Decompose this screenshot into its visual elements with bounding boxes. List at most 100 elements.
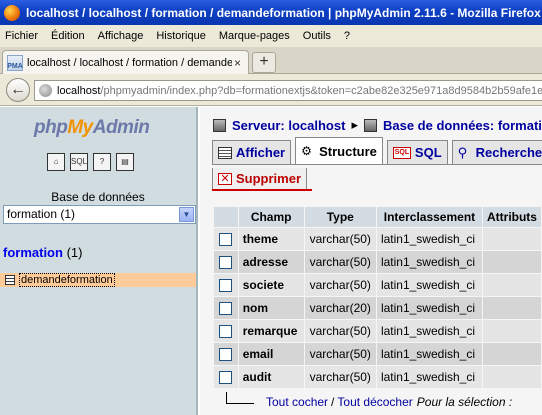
field-name: remarque — [238, 320, 304, 342]
table-row[interactable]: societe varchar(50) latin1_swedish_ci — [214, 274, 541, 296]
field-collation: latin1_swedish_ci — [376, 366, 482, 388]
phpmyadmin-logo[interactable]: phpMyAdmin — [34, 117, 150, 139]
field-attributes — [482, 251, 541, 273]
browser-tab[interactable]: PMA localhost / localhost / formation / … — [2, 50, 249, 74]
row-checkbox[interactable] — [219, 279, 233, 293]
drop-table-button[interactable]: ✕ Supprimer — [212, 168, 308, 190]
firefox-logo-icon — [4, 4, 20, 21]
menu-fichier[interactable]: Fichier — [5, 30, 38, 42]
field-collation: latin1_swedish_ci — [376, 251, 482, 273]
table-row[interactable]: remarque varchar(50) latin1_swedish_ci — [214, 320, 541, 342]
menu-edition[interactable]: Édition — [51, 30, 85, 42]
server-icon — [213, 118, 226, 132]
breadcrumb-database[interactable]: Base de données: formation — [383, 118, 542, 133]
sidebar-table-item[interactable]: demandeformation — [0, 273, 196, 287]
tab-rechercher-label: Rechercher — [475, 145, 542, 160]
row-checkbox-cell — [214, 343, 238, 365]
row-checkbox[interactable] — [219, 233, 233, 247]
tab-sql-label: SQL — [414, 145, 442, 160]
window-title: localhost / localhost / formation / dema… — [26, 5, 541, 20]
field-type: varchar(50) — [304, 228, 376, 250]
sidebar-table-name[interactable]: demandeformation — [19, 273, 115, 287]
row-checkbox-cell — [214, 251, 238, 273]
home-icon[interactable]: ⌂ — [47, 153, 65, 171]
browse-icon — [218, 146, 232, 159]
table-row[interactable]: adresse varchar(50) latin1_swedish_ci — [214, 251, 541, 273]
check-all-link[interactable]: Tout cocher — [266, 395, 328, 409]
header-type: Type — [304, 207, 376, 227]
field-collation: latin1_swedish_ci — [376, 320, 482, 342]
breadcrumb-server[interactable]: Serveur: localhost — [232, 118, 345, 133]
row-checkbox-cell — [214, 274, 238, 296]
structure-table: Champ Type Interclassement Attributs the… — [213, 206, 542, 389]
uncheck-all-link[interactable]: Tout décocher — [337, 395, 412, 409]
chevron-down-icon[interactable]: ▼ — [179, 207, 194, 222]
menu-marque-pages[interactable]: Marque-pages — [219, 30, 290, 42]
field-name: theme — [238, 228, 304, 250]
drop-table-label: Supprimer — [236, 171, 302, 186]
database-icon — [363, 118, 377, 132]
globe-icon — [39, 84, 52, 97]
drop-tab-underline — [212, 189, 312, 191]
browser-tab-label: localhost / localhost / formation / dema… — [27, 56, 232, 69]
tab-close-icon[interactable]: × — [234, 56, 241, 70]
main-content-frame: Serveur: localhost ▸ Base de données: fo… — [200, 107, 542, 415]
back-button[interactable]: ← — [6, 78, 30, 102]
header-checkbox-col — [214, 207, 238, 227]
url-bar[interactable]: localhost/phpmyadmin/index.php?db=format… — [34, 80, 542, 101]
field-attributes — [482, 366, 541, 388]
logo-admin: Admin — [92, 117, 150, 138]
field-collation: latin1_swedish_ci — [376, 228, 482, 250]
left-navigation-frame: phpMyAdmin ⌂ SQL ? ▤ Base de données for… — [0, 107, 198, 415]
url-text[interactable]: localhost/phpmyadmin/index.php?db=format… — [57, 85, 542, 97]
header-attributs: Attributs — [482, 207, 541, 227]
table-icon[interactable] — [5, 275, 15, 285]
row-checkbox[interactable] — [219, 325, 233, 339]
table-row[interactable]: audit varchar(50) latin1_swedish_ci — [214, 366, 541, 388]
table-row[interactable]: nom varchar(20) latin1_swedish_ci — [214, 297, 541, 319]
window-titlebar: localhost / localhost / formation / dema… — [0, 0, 542, 25]
logo-my: My — [67, 117, 93, 138]
row-checkbox[interactable] — [219, 371, 233, 385]
tab-rechercher[interactable]: ⚲ Rechercher — [451, 140, 542, 164]
field-type: varchar(20) — [304, 297, 376, 319]
row-checkbox[interactable] — [219, 302, 233, 316]
database-heading: formation (1) — [3, 245, 82, 260]
help-icon[interactable]: ? — [93, 153, 111, 171]
tab-afficher[interactable]: Afficher — [212, 140, 292, 164]
field-attributes — [482, 297, 541, 319]
field-type: varchar(50) — [304, 343, 376, 365]
tab-structure[interactable]: ⚙ Structure — [295, 137, 383, 164]
menu-historique[interactable]: Historique — [156, 30, 206, 42]
table-tabs: Afficher ⚙ Structure SQL SQL ⚲ Recherche… — [212, 137, 542, 164]
row-checkbox-cell — [214, 297, 238, 319]
tab-afficher-label: Afficher — [236, 145, 286, 160]
database-table-count: (1) — [66, 245, 83, 260]
table-row[interactable]: theme varchar(50) latin1_swedish_ci — [214, 228, 541, 250]
menu-help[interactable]: ? — [344, 30, 350, 42]
menu-affichage[interactable]: Affichage — [98, 30, 144, 42]
field-collation: latin1_swedish_ci — [376, 343, 482, 365]
field-name: societe — [238, 274, 304, 296]
delete-icon: ✕ — [218, 172, 232, 185]
sql-query-icon[interactable]: SQL — [70, 153, 88, 171]
selection-label: Pour la sélection : — [416, 395, 513, 409]
selection-arrow-icon — [226, 392, 254, 404]
row-checkbox[interactable] — [219, 348, 233, 362]
field-collation: latin1_swedish_ci — [376, 297, 482, 319]
documentation-icon[interactable]: ▤ — [116, 153, 134, 171]
field-type: varchar(50) — [304, 320, 376, 342]
row-checkbox[interactable] — [219, 256, 233, 270]
url-path: /phpmyadmin/index.php?db=formationextjs&… — [100, 84, 542, 97]
menu-outils[interactable]: Outils — [303, 30, 331, 42]
table-row[interactable]: email varchar(50) latin1_swedish_ci — [214, 343, 541, 365]
tab-sql[interactable]: SQL SQL — [386, 140, 448, 164]
new-tab-button[interactable]: + — [252, 52, 276, 73]
structure-icon: ⚙ — [301, 144, 312, 158]
field-attributes — [482, 228, 541, 250]
breadcrumb-separator: ▸ — [351, 117, 358, 132]
header-interclassement: Interclassement — [376, 207, 482, 227]
database-select[interactable]: formation (1) ▼ — [3, 205, 196, 224]
field-name: audit — [238, 366, 304, 388]
database-name-link[interactable]: formation — [3, 245, 63, 260]
